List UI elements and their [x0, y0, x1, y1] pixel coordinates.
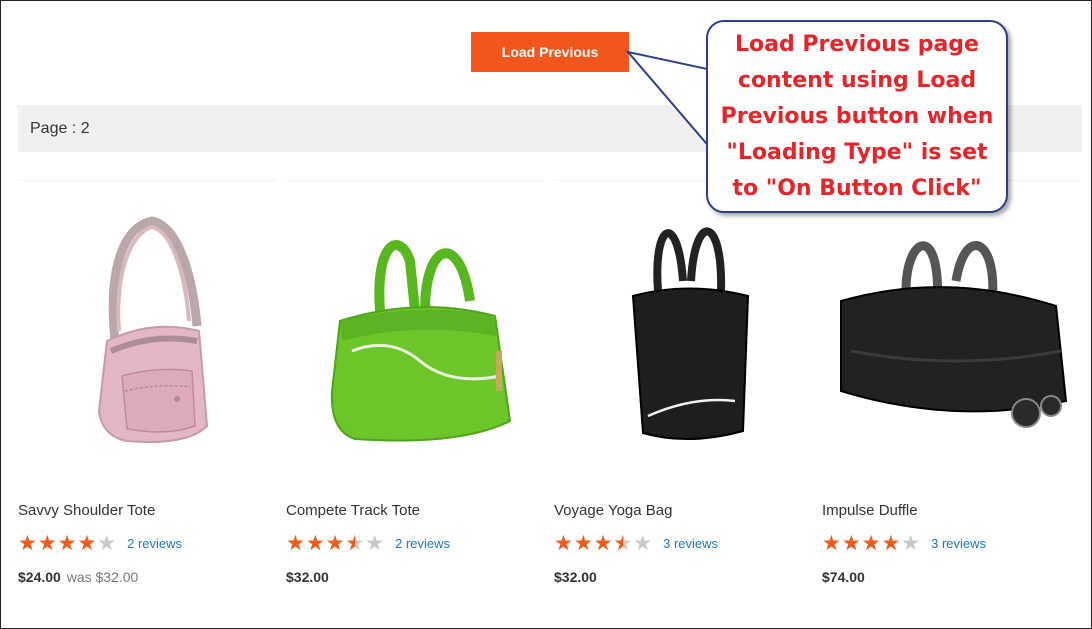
product-price-row: $74.00 [822, 569, 1080, 589]
product-image-link[interactable] [554, 180, 812, 480]
pink-shoulder-bag-icon [97, 215, 209, 443]
product-rating: ★★★★★ ★★★★★ 2 reviews [286, 531, 544, 555]
reviews-link[interactable]: 3 reviews [931, 536, 986, 551]
page-indicator-label: Page : 2 [30, 119, 90, 137]
product-name[interactable]: Voyage Yoga Bag [554, 502, 812, 522]
product-name[interactable]: Impulse Duffle [822, 502, 1080, 522]
black-duffle-bag-icon [840, 240, 1068, 428]
reviews-link[interactable]: 2 reviews [395, 536, 450, 551]
product-price: $32.00 [554, 569, 597, 585]
product-price: $24.00 [18, 569, 61, 585]
product-price-row: $32.00 [286, 569, 544, 589]
rating-stars: ★★★★★ ★★★★★ [822, 531, 922, 555]
rating-stars: ★★★★★ ★★★★★ [554, 531, 654, 555]
product-price: $74.00 [822, 569, 865, 585]
rating-stars: ★★★★★ ★★★★★ [286, 531, 386, 555]
product-image-link[interactable] [822, 180, 1080, 480]
load-previous-button[interactable]: Load Previous [471, 32, 629, 72]
product-image-link[interactable] [286, 180, 544, 480]
reviews-link[interactable]: 2 reviews [127, 536, 182, 551]
callout-text: Load Previous page content using Load Pr… [720, 31, 994, 201]
product-rating: ★★★★★ ★★★★★ 3 reviews [554, 531, 812, 555]
product-price-row: $24.00 was $32.00 [18, 569, 276, 589]
green-tote-bag-icon [330, 239, 512, 442]
product-item: Impulse Duffle ★★★★★ ★★★★★ 3 reviews $74… [822, 180, 1080, 589]
product-price: $32.00 [286, 569, 329, 585]
product-name[interactable]: Savvy Shoulder Tote [18, 502, 276, 522]
product-item: Voyage Yoga Bag ★★★★★ ★★★★★ 3 reviews $3… [554, 180, 812, 589]
product-image-link[interactable] [18, 180, 276, 480]
black-yoga-bag-icon [631, 227, 750, 440]
reviews-link[interactable]: 3 reviews [663, 536, 718, 551]
annotation-callout: Load Previous page content using Load Pr… [706, 20, 1008, 213]
product-rating: ★★★★★ ★★★★★ 3 reviews [822, 531, 1080, 555]
product-rating: ★★★★★ ★★★★★ 2 reviews [18, 531, 276, 555]
product-item: Compete Track Tote ★★★★★ ★★★★★ 2 reviews… [286, 180, 544, 589]
product-item: Savvy Shoulder Tote ★★★★★ ★★★★★ 2 review… [18, 180, 276, 589]
product-price-row: $32.00 [554, 569, 812, 589]
product-old-price: was $32.00 [66, 569, 139, 585]
product-name[interactable]: Compete Track Tote [286, 502, 544, 522]
rating-stars: ★★★★★ ★★★★★ [18, 531, 118, 555]
